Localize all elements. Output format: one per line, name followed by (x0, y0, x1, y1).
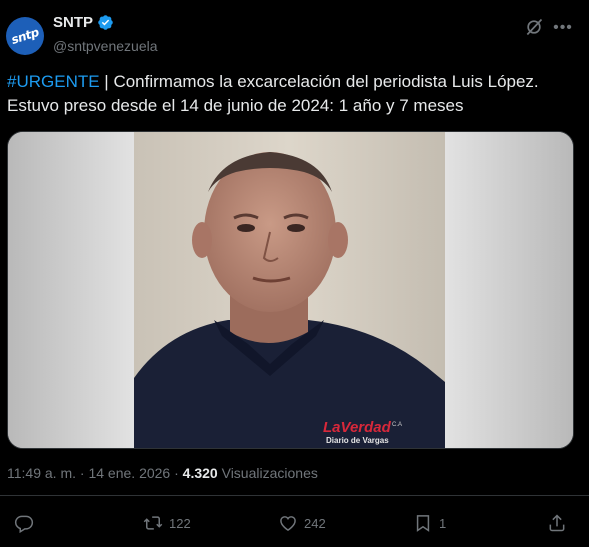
shirt-logo-text: LaVerdad (323, 419, 392, 436)
blurred-right-panel (445, 132, 573, 448)
like-count: 242 (304, 515, 326, 531)
blurred-left-panel (8, 132, 134, 448)
grok-icon[interactable] (524, 17, 544, 37)
more-options-icon[interactable]: ••• (552, 17, 574, 39)
tweet-time[interactable]: 11:49 a. m. (7, 465, 76, 481)
tweet-meta: 11:49 a. m. · 14 ene. 2026 · 4.320 Visua… (7, 465, 318, 481)
avatar-logo-text: sntp (9, 25, 41, 47)
tweet-video[interactable]: LaVerdad C.A Diario de Vargas (7, 131, 574, 449)
shirt-logo-subtext: Diario de Vargas (326, 436, 389, 445)
bookmark-count: 1 (439, 515, 447, 531)
tweet-date[interactable]: 14 ene. 2026 (88, 465, 170, 481)
retweet-count: 122 (169, 515, 191, 531)
display-name[interactable]: SNTP (53, 14, 93, 31)
bookmark-icon (416, 515, 430, 532)
author-handle[interactable]: @sntpvenezuela (53, 38, 158, 54)
verified-badge-icon (98, 15, 113, 30)
share-icon (549, 514, 565, 532)
retweet-button[interactable]: 122 (143, 508, 191, 538)
heart-icon (280, 516, 296, 531)
share-button[interactable] (547, 508, 567, 538)
avatar[interactable]: sntp (6, 17, 44, 55)
tweet-header: sntp SNTP @sntpvenezuela ••• (0, 0, 589, 64)
tweet-text: #URGENTE | Confirmamos la excarcelación … (7, 70, 577, 118)
views-count: 4.320 (182, 465, 218, 481)
like-button[interactable]: 242 (278, 508, 326, 538)
video-frame: LaVerdad C.A Diario de Vargas (8, 132, 573, 448)
divider (0, 495, 589, 496)
views-label: Visualizaciones (221, 465, 318, 481)
action-bar: 122 242 1 (0, 508, 589, 538)
reply-icon (14, 515, 34, 533)
author-name-row: SNTP (53, 14, 114, 31)
hashtag-link[interactable]: #URGENTE (7, 72, 100, 91)
bookmark-button[interactable]: 1 (413, 508, 446, 538)
retweet-icon (143, 516, 163, 530)
reply-button[interactable] (14, 508, 34, 538)
svg-text:C.A: C.A (392, 422, 402, 428)
